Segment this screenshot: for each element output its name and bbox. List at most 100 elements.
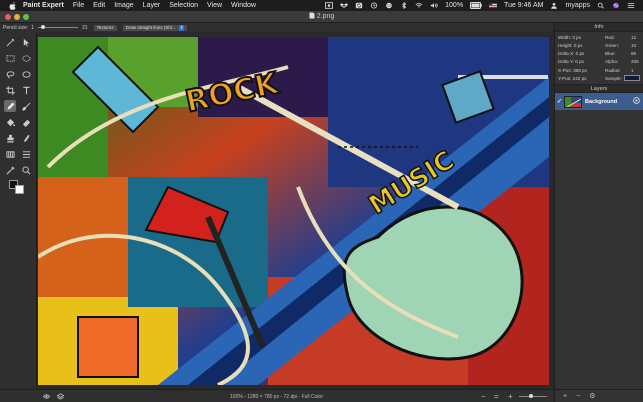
pattern-icon (22, 150, 30, 158)
notification-badge-icon[interactable]: 12 (385, 2, 393, 9)
pencil-icon (6, 101, 15, 110)
eraser-tool[interactable] (20, 116, 32, 128)
smudge-icon (23, 134, 30, 142)
textures-button[interactable]: Textures (93, 24, 117, 31)
image-info-text: 100% - 1280 × 780 px - 72 dpi - Full Col… (230, 394, 323, 400)
checkmark-icon[interactable]: ✓ (555, 98, 564, 105)
wifi-icon[interactable] (415, 2, 423, 9)
lasso-tool[interactable] (4, 68, 16, 80)
zoom-out-button[interactable]: − (481, 392, 486, 401)
menu-image[interactable]: Image (114, 2, 133, 9)
zoom-fit-button[interactable]: = (494, 392, 499, 401)
sync-icon[interactable] (355, 2, 363, 9)
zoom-tool[interactable] (20, 164, 32, 176)
side-panel: Info Width: 0 px Red: 12 Height: 0 px Gr… (554, 23, 643, 402)
menu-selection[interactable]: Selection (169, 2, 198, 9)
slider-knob[interactable] (41, 25, 46, 29)
screen-record-icon[interactable] (325, 2, 334, 9)
layer-options-button[interactable]: ⚙ (589, 392, 595, 400)
magic-wand-tool[interactable] (4, 36, 16, 48)
app-menu[interactable]: Paint Expert (23, 2, 64, 9)
pencil-size-value: 21 (82, 24, 88, 31)
line-mode-value: Draw straight lines (Shi... (125, 24, 176, 30)
zoom-slider[interactable] (519, 394, 547, 398)
rock-music-artwork[interactable]: ROCK MUSIC (38, 37, 549, 385)
tool-options-bar: Pencil size: 1 21 Textures Draw straight… (0, 23, 553, 32)
x-pos-label: X-Pos: 388 px (558, 68, 587, 73)
pencil-size-slider[interactable] (38, 25, 79, 29)
menu-layer[interactable]: Layer (143, 2, 161, 9)
menu-window[interactable]: Window (231, 2, 256, 9)
gradient-tool[interactable] (4, 148, 16, 160)
rectangle-select-icon (5, 54, 15, 62)
image-canvas[interactable]: ROCK MUSIC (38, 37, 549, 385)
line-mode-select[interactable]: Draw straight lines (Shi... ⇕ (122, 24, 188, 31)
rect-select-tool[interactable] (4, 52, 16, 64)
clock[interactable]: Tue 9:46 AM (504, 2, 543, 9)
smudge-tool[interactable] (20, 132, 32, 144)
remove-layer-button[interactable]: − (576, 393, 580, 400)
radius-label: Radius: (605, 68, 621, 73)
brush-tool[interactable] (20, 100, 32, 112)
notification-center-icon[interactable] (627, 2, 635, 9)
layers-panel-title: Layers (555, 84, 643, 93)
eyedropper-icon (6, 166, 14, 174)
pencil-tool[interactable] (4, 100, 16, 112)
user-name[interactable]: myapps (565, 2, 590, 9)
layers-footer: + − ⚙ (555, 389, 643, 402)
text-tool[interactable] (20, 84, 32, 96)
time-machine-icon[interactable] (370, 2, 378, 9)
magic-wand-icon (6, 38, 14, 46)
stamp-tool[interactable] (4, 132, 16, 144)
color-swatches[interactable] (9, 180, 29, 194)
alpha-value: 255 (631, 59, 639, 64)
gradient-icon (5, 150, 15, 158)
add-layer-button[interactable]: + (563, 393, 567, 400)
move-tool[interactable] (20, 36, 32, 48)
volume-icon[interactable] (430, 2, 438, 9)
status-bar: 100% - 1280 × 780 px - 72 dpi - Full Col… (0, 389, 553, 402)
radius-value: 1 (631, 68, 634, 73)
bluetooth-icon[interactable] (400, 2, 408, 9)
ellipse-select-icon (21, 54, 31, 62)
info-panel: Width: 0 px Red: 12 Height: 0 px Green: … (555, 32, 643, 84)
delta-x-label: Delta X: 0 px (558, 51, 585, 56)
dropbox-icon[interactable] (340, 2, 349, 9)
oval-shape-tool[interactable] (20, 68, 32, 80)
zoom-slider-knob[interactable] (529, 394, 533, 398)
layer-row[interactable]: ✓ Background (555, 93, 643, 110)
y-pos-label: Y-Pos: 242 px (558, 76, 587, 81)
brush-icon (21, 102, 30, 111)
background-color[interactable] (15, 185, 24, 194)
menu-bar: Paint Expert File Edit Image Layer Selec… (0, 0, 643, 11)
window-titlebar: 2.png (0, 11, 643, 23)
flag-icon[interactable] (489, 2, 498, 9)
pencil-size-label: Pencil size: (3, 24, 29, 31)
siri-icon[interactable] (612, 2, 620, 9)
eye-icon[interactable] (633, 97, 640, 104)
oval-icon (21, 70, 31, 78)
user-icon[interactable] (550, 2, 558, 9)
paint-bucket-icon (6, 118, 15, 126)
layer-name[interactable]: Background (585, 99, 617, 105)
blue-label: Blue: (605, 51, 616, 56)
menu-file[interactable]: File (73, 2, 84, 9)
pattern-tool[interactable] (20, 148, 32, 160)
fill-tool[interactable] (4, 116, 16, 128)
apple-icon[interactable] (9, 1, 17, 10)
menu-edit[interactable]: Edit (93, 2, 105, 9)
tools-palette (0, 32, 37, 389)
eraser-icon (22, 119, 30, 127)
blue-value: 86 (631, 51, 637, 56)
sample-color-swatch (624, 75, 640, 81)
menu-view[interactable]: View (207, 2, 222, 9)
zoom-in-button[interactable]: + (508, 392, 513, 401)
ellipse-select-tool[interactable] (20, 52, 32, 64)
battery-icon[interactable] (470, 2, 482, 9)
chevron-down-icon: ⇕ (178, 24, 185, 31)
lasso-icon (6, 70, 14, 79)
text-icon (22, 86, 30, 94)
eyedropper-tool[interactable] (4, 164, 16, 176)
spotlight-icon[interactable] (597, 2, 605, 9)
crop-tool[interactable] (4, 84, 16, 96)
